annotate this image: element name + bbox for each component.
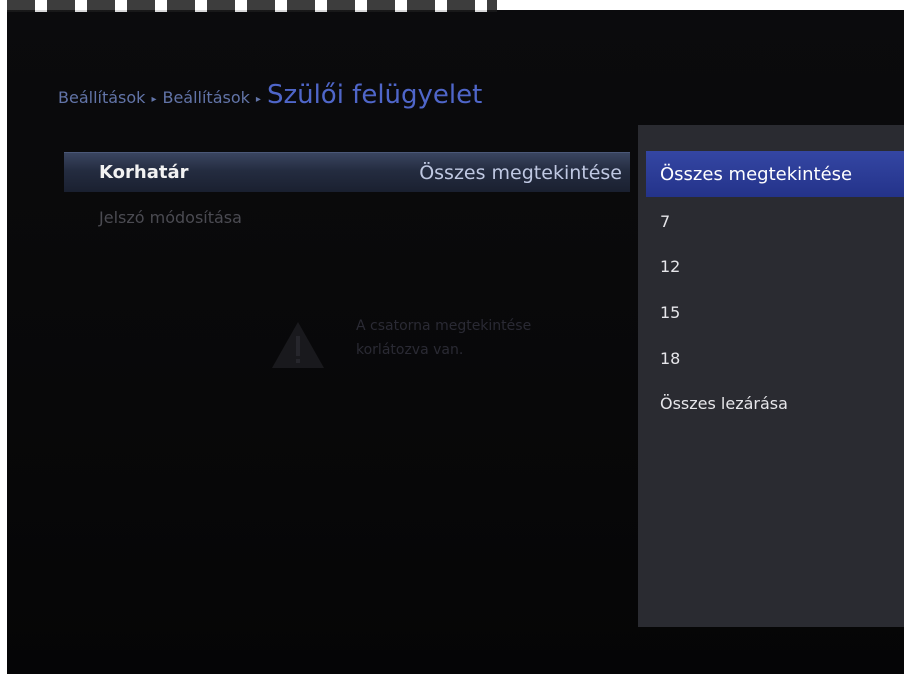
breadcrumb-item-settings-2[interactable]: Beállítások [162, 88, 249, 107]
restriction-message: A csatorna megtekintése korlátozva van. [356, 314, 531, 362]
menu-item-change-password[interactable]: Jelszó módosítása [64, 197, 630, 237]
dropdown-option-7[interactable]: 7 [646, 198, 904, 244]
breadcrumb-separator-icon: ▸ [255, 94, 261, 105]
menu-item-label: Jelszó módosítása [99, 207, 242, 227]
menu-item-value: Összes megtekintése [419, 161, 622, 184]
dropdown-option-all-viewing[interactable]: Összes megtekintése [646, 151, 904, 197]
dropdown-option-12[interactable]: 12 [646, 243, 904, 289]
breadcrumb-item-settings[interactable]: Beállítások [58, 88, 145, 107]
restriction-message-line1: A csatorna megtekintése [356, 318, 532, 334]
menu-item-age-limit[interactable]: Korhatár Összes megtekintése [64, 152, 630, 192]
breadcrumb-separator-icon: ▸ [151, 94, 157, 105]
restriction-notice: A csatorna megtekintése korlátozva van. [270, 318, 531, 370]
dropdown-option-lock-all[interactable]: Összes lezárása [646, 380, 904, 426]
warning-icon [272, 322, 324, 368]
restriction-message-line2: korlátozva van. [356, 342, 464, 358]
dropdown-option-18[interactable]: 18 [646, 335, 904, 381]
signal-noise-strip [7, 0, 497, 12]
page-title: Szülői felügyelet [266, 80, 483, 110]
menu-item-label: Korhatár [99, 162, 189, 183]
age-limit-dropdown[interactable]: Összes megtekintése 7 12 15 18 Összes le… [638, 125, 904, 627]
dropdown-option-15[interactable]: 15 [646, 289, 904, 335]
breadcrumb: Beállítások ▸ Beállítások ▸ Szülői felüg… [58, 80, 482, 110]
